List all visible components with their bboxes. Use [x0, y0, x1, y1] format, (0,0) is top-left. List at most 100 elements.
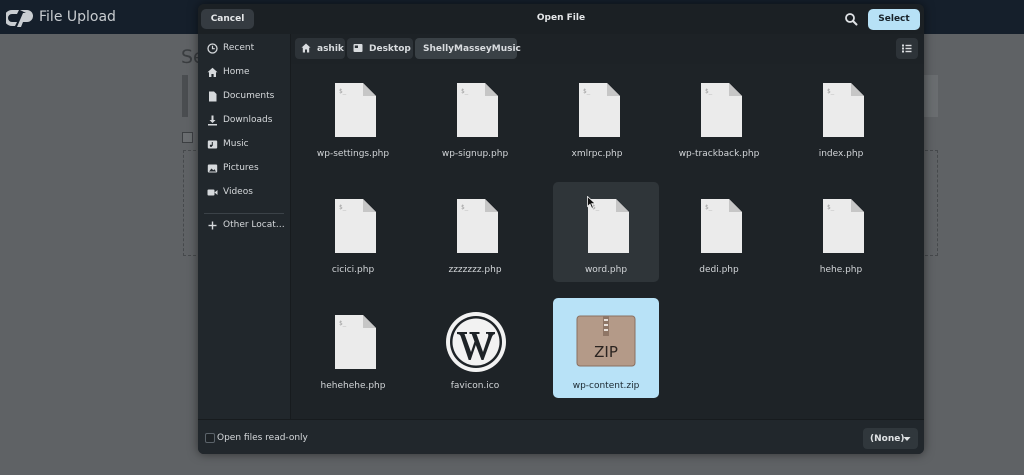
dialog-title: Open File: [536, 13, 586, 23]
sidebar-divider: [204, 213, 284, 214]
file-item-cicici-php[interactable]: $_ cicici.php: [300, 182, 406, 282]
php-file-icon: $_: [335, 83, 376, 137]
sidebar-item-videos[interactable]: Videos: [198, 182, 290, 204]
video-icon: [207, 189, 218, 196]
file-name: hehe.php: [819, 265, 863, 275]
select-button[interactable]: Select: [868, 9, 920, 30]
php-file-icon: $_: [579, 83, 620, 137]
download-icon: [208, 115, 217, 126]
file-name: dedi.php: [699, 265, 739, 275]
php-file-icon: $_: [457, 199, 498, 253]
filter-label: (None): [870, 434, 905, 444]
zip-archive-icon: ZIP: [576, 315, 636, 367]
file-name: wp-content.zip: [572, 381, 640, 391]
file-item-index-php[interactable]: $_ index.php: [788, 66, 894, 166]
sidebar-item-label: Other Locat…: [223, 220, 285, 230]
file-item-xmlrpc-php[interactable]: $_ xmlrpc.php: [544, 66, 650, 166]
cpanel-logo-icon: [6, 10, 33, 27]
file-name: word.php: [584, 265, 628, 275]
document-icon: [209, 91, 217, 102]
sidebar-item-label: Pictures: [223, 163, 259, 173]
sidebar-item-recent[interactable]: Recent: [198, 38, 290, 60]
file-item-zzzzzzz-php[interactable]: $_ zzzzzzz.php: [422, 182, 528, 282]
svg-text:$_: $_: [705, 204, 713, 211]
path-breadcrumb: ashik Desktop ShellyMasseyMusic: [291, 34, 924, 64]
file-name: wp-signup.php: [441, 149, 509, 159]
file-item-dedi-php[interactable]: $_ dedi.php: [666, 182, 772, 282]
php-file-icon: $_: [823, 199, 864, 253]
breadcrumb-shellymasseymusic[interactable]: ShellyMasseyMusic: [415, 38, 521, 59]
dialog-bottombar: Open files read-only (None): [198, 419, 924, 454]
sidebar-item-label: Music: [223, 139, 249, 149]
open-file-dialog: Cancel Open File Select Recent Home Docu…: [198, 4, 924, 454]
picture-icon: [207, 164, 218, 173]
breadcrumb-label: ashik: [317, 44, 344, 54]
sidebar-item-home[interactable]: Home: [198, 62, 290, 84]
svg-text:$_: $_: [339, 320, 347, 327]
sidebar-item-downloads[interactable]: Downloads: [198, 110, 290, 132]
sidebar-item-music[interactable]: Music: [198, 134, 290, 156]
svg-text:$_: $_: [339, 88, 347, 95]
file-name: index.php: [818, 149, 864, 159]
file-item-hehehehe-php[interactable]: $_ hehehehe.php: [300, 298, 406, 398]
sidebar-item-label: Recent: [223, 43, 255, 53]
file-name: wp-trackback.php: [678, 149, 760, 159]
sidebar-item-pictures[interactable]: Pictures: [198, 158, 290, 180]
page-panel-edge: [923, 75, 938, 117]
app-title: File Upload: [39, 9, 116, 25]
php-file-icon: $_: [701, 83, 742, 137]
php-file-icon: $_: [457, 83, 498, 137]
file-item-favicon-ico[interactable]: favicon.ico: [422, 298, 528, 398]
list-view-icon: [902, 44, 912, 53]
file-item-wp-settings-php[interactable]: $_ wp-settings.php: [300, 66, 406, 166]
php-file-icon: $_: [701, 199, 742, 253]
svg-text:$_: $_: [461, 204, 469, 211]
file-item-wp-trackback-php[interactable]: $_ wp-trackback.php: [666, 66, 772, 166]
breadcrumb-ashik[interactable]: ashik: [295, 38, 345, 59]
music-icon: [207, 140, 218, 149]
file-item-hehe-php[interactable]: $_ hehe.php: [788, 182, 894, 282]
page-checkbox: [182, 132, 193, 143]
php-file-icon: $_: [335, 315, 376, 369]
svg-text:$_: $_: [827, 88, 835, 95]
view-toggle-button[interactable]: [896, 38, 918, 59]
page-panel-stripe: [182, 75, 188, 117]
places-sidebar: Recent Home Documents Downloads Music Pi…: [198, 34, 291, 419]
file-name: xmlrpc.php: [571, 149, 623, 159]
readonly-label: Open files read-only: [217, 433, 308, 443]
file-item-wp-content-zip[interactable]: ZIP wp-content.zip: [553, 298, 659, 398]
breadcrumb-desktop[interactable]: Desktop: [347, 38, 413, 59]
php-file-icon: $_: [335, 199, 376, 253]
zip-badge-text: ZIP: [594, 343, 618, 361]
file-name: wp-settings.php: [316, 149, 390, 159]
file-item-word-php[interactable]: $_ word.php: [553, 182, 659, 282]
php-file-icon: $_: [823, 83, 864, 137]
file-grid: $_ wp-settings.php $_ wp-signup.php $_ x…: [291, 64, 924, 419]
svg-text:$_: $_: [827, 204, 835, 211]
file-filter-dropdown[interactable]: (None): [863, 428, 918, 449]
svg-text:$_: $_: [461, 88, 469, 95]
svg-text:$_: $_: [583, 88, 591, 95]
file-name: hehehehe.php: [320, 381, 386, 391]
svg-text:$_: $_: [339, 204, 347, 211]
svg-text:$_: $_: [705, 88, 713, 95]
sidebar-item-label: Downloads: [223, 115, 273, 125]
search-icon[interactable]: [844, 12, 858, 26]
breadcrumb-label: Desktop: [369, 44, 411, 54]
file-name: zzzzzzz.php: [448, 265, 502, 275]
desktop-icon: [353, 44, 363, 52]
file-name: favicon.ico: [450, 381, 500, 391]
clock-icon: [207, 43, 218, 54]
sidebar-item-label: Home: [223, 67, 250, 77]
file-name: cicici.php: [331, 265, 375, 275]
breadcrumb-label: ShellyMasseyMusic: [423, 44, 521, 54]
sidebar-item-documents[interactable]: Documents: [198, 86, 290, 108]
plus-icon: [208, 221, 217, 230]
home-icon: [301, 43, 311, 53]
readonly-checkbox[interactable]: [205, 433, 215, 443]
home-icon: [207, 67, 218, 77]
sidebar-item-label: Videos: [223, 187, 253, 197]
file-item-wp-signup-php[interactable]: $_ wp-signup.php: [422, 66, 528, 166]
sidebar-item-other-locations[interactable]: Other Locat…: [198, 215, 290, 237]
wordpress-logo-icon: [446, 312, 506, 372]
